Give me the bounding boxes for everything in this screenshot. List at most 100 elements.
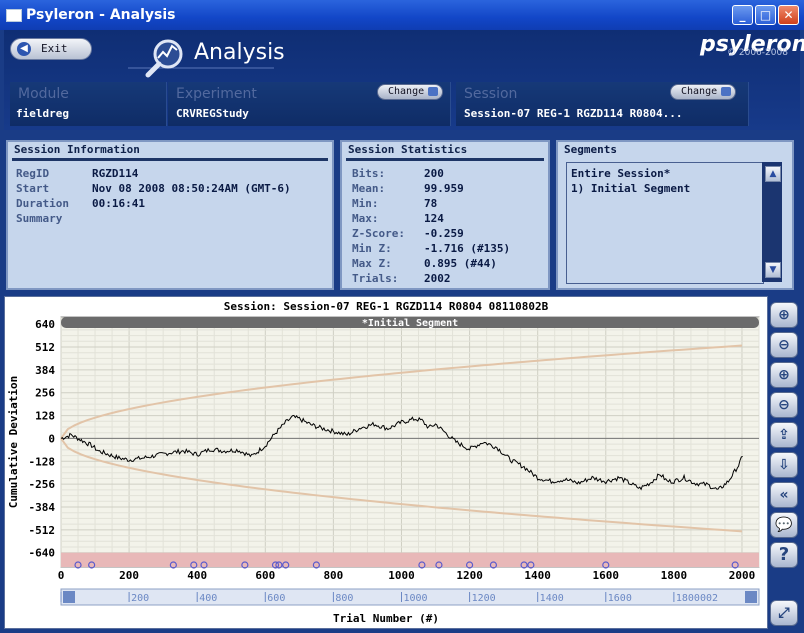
export-button[interactable]: ⇪ (770, 422, 798, 448)
close-icon: ✕ (783, 8, 794, 22)
y-tick-label: -256 (29, 478, 56, 491)
section-title: Analysis (194, 40, 285, 65)
stat-key: Min: (352, 197, 379, 210)
zoom-out-y-icon: ⊖ (778, 397, 790, 413)
maximize-icon: □ (759, 8, 772, 22)
stat-value: 2002 (424, 272, 451, 285)
scroll-tick-label: 600 (267, 593, 285, 604)
scroll-tick-label: 0 (63, 593, 69, 604)
comment-button[interactable]: 💬 (770, 512, 798, 538)
help-icon: ? (778, 544, 790, 565)
export-icon: ⇪ (778, 427, 790, 443)
stat-key: Max: (352, 212, 379, 225)
minimize-icon: _ (739, 8, 746, 22)
back-arrow-icon: ◀ (17, 42, 31, 56)
segments-scrollbar[interactable]: ▲ ▼ (762, 162, 782, 282)
back-icon: « (779, 487, 789, 503)
scroll-tick-label: 1200 (472, 593, 496, 604)
module-cell: Module fieldreg (10, 82, 167, 126)
stat-value: 99.959 (424, 182, 464, 195)
stat-key: Z-Score: (352, 227, 405, 240)
y-tick-label: 384 (35, 364, 55, 377)
segments-panel: Segments Entire Session* 1) Initial Segm… (556, 140, 794, 290)
y-tick-label: -512 (29, 524, 56, 537)
y-tick-label: 640 (35, 318, 55, 331)
stat-key: Mean: (352, 182, 386, 195)
x-tick-label: 400 (187, 569, 207, 582)
close-button[interactable]: ✕ (778, 5, 799, 25)
stat-value: 124 (424, 212, 444, 225)
download-icon: ⇩ (778, 457, 790, 473)
scroll-tick-label: 1600 (608, 593, 632, 604)
help-button[interactable]: ? (770, 542, 798, 568)
y-tick-label: 128 (35, 410, 55, 423)
y-tick-label: -128 (29, 455, 56, 468)
exit-label: Exit (41, 42, 68, 55)
session-info-title: Session Information (14, 143, 140, 156)
info-value: Nov 08 2008 08:50:24AM (GMT-6) (92, 182, 291, 195)
copyright: © 2006-2008 (727, 48, 788, 58)
experiment-change-button[interactable]: Change (377, 84, 443, 100)
y-tick-label: 0 (48, 432, 55, 445)
stat-value: 0.895 (#44) (424, 257, 497, 270)
session-stats-title: Session Statistics (348, 143, 468, 156)
zoom-in-y-button[interactable]: ⊕ (770, 362, 798, 388)
change-icon (721, 87, 731, 96)
rejection-band (61, 552, 759, 567)
chart-title: Session: Session-07 REG-1 RGZD114 R0804 … (224, 300, 549, 313)
change-icon (428, 87, 438, 96)
app-window: Psyleron - Analysis _ □ ✕ ◀ Exit Analysi… (0, 0, 804, 633)
segment-item[interactable]: 1) Initial Segment (571, 182, 690, 195)
scroll-tick-label: 1000 (403, 593, 427, 604)
stat-key: Max Z: (352, 257, 392, 270)
deviation-chart[interactable]: Session: Session-07 REG-1 RGZD114 R0804 … (5, 297, 767, 628)
x-tick-label: 0 (58, 569, 65, 582)
zoom-in-x-button[interactable]: ⊕ (770, 302, 798, 328)
info-key: RegID (16, 167, 50, 180)
experiment-label: Experiment (176, 86, 257, 102)
zoom-out-y-button[interactable]: ⊖ (770, 392, 798, 418)
stat-value: 200 (424, 167, 444, 180)
info-key: Start (16, 182, 50, 195)
experiment-value: CRVREGStudy (176, 107, 249, 120)
chart-panel: Session: Session-07 REG-1 RGZD114 R0804 … (4, 296, 768, 629)
x-tick-label: 1200 (456, 569, 483, 582)
x-tick-label: 1400 (524, 569, 551, 582)
segment-bar-label: *Initial Segment (362, 317, 458, 329)
exit-button[interactable]: ◀ Exit (10, 38, 92, 60)
app-icon (6, 9, 22, 22)
y-tick-label: -640 (29, 547, 56, 560)
session-stats-panel: Session Statistics Bits: 200 Mean: 99.95… (340, 140, 550, 290)
title-bar: Psyleron - Analysis _ □ ✕ (0, 0, 804, 30)
back-button[interactable]: « (770, 482, 798, 508)
y-tick-label: -384 (29, 501, 56, 514)
module-value: fieldreg (16, 107, 69, 120)
scroll-tick-label: 200 (131, 593, 149, 604)
zoom-out-x-icon: ⊖ (778, 337, 790, 353)
scroll-tick-label: 800 (335, 593, 353, 604)
stat-key: Trials: (352, 272, 399, 285)
download-button[interactable]: ⇩ (770, 452, 798, 478)
scroll-tick-label: 400 (199, 593, 217, 604)
info-value: RGZD114 (92, 167, 139, 180)
segment-item[interactable]: Entire Session* (571, 167, 670, 180)
y-tick-label: 512 (35, 341, 55, 354)
segments-title: Segments (564, 143, 617, 156)
stat-value: -0.259 (424, 227, 464, 240)
fit-icon: ⤢ (778, 605, 790, 621)
scroll-down-button[interactable]: ▼ (765, 262, 781, 278)
zoom-out-x-button[interactable]: ⊖ (770, 332, 798, 358)
x-tick-label: 800 (323, 569, 343, 582)
minimize-button[interactable]: _ (732, 5, 753, 25)
y-axis-label: Cumulative Deviation (7, 376, 20, 508)
zoom-in-x-icon: ⊕ (778, 307, 790, 323)
scroll-up-button[interactable]: ▲ (765, 166, 781, 182)
session-change-button[interactable]: Change (670, 84, 736, 100)
stat-value: 78 (424, 197, 438, 210)
scroll-right-button (745, 591, 757, 603)
zoom-in-y-icon: ⊕ (778, 367, 790, 383)
fit-button[interactable]: ⤢ (770, 600, 798, 626)
x-tick-label: 200 (119, 569, 139, 582)
x-axis-label: Trial Number (#) (333, 612, 439, 625)
maximize-button[interactable]: □ (755, 5, 776, 25)
